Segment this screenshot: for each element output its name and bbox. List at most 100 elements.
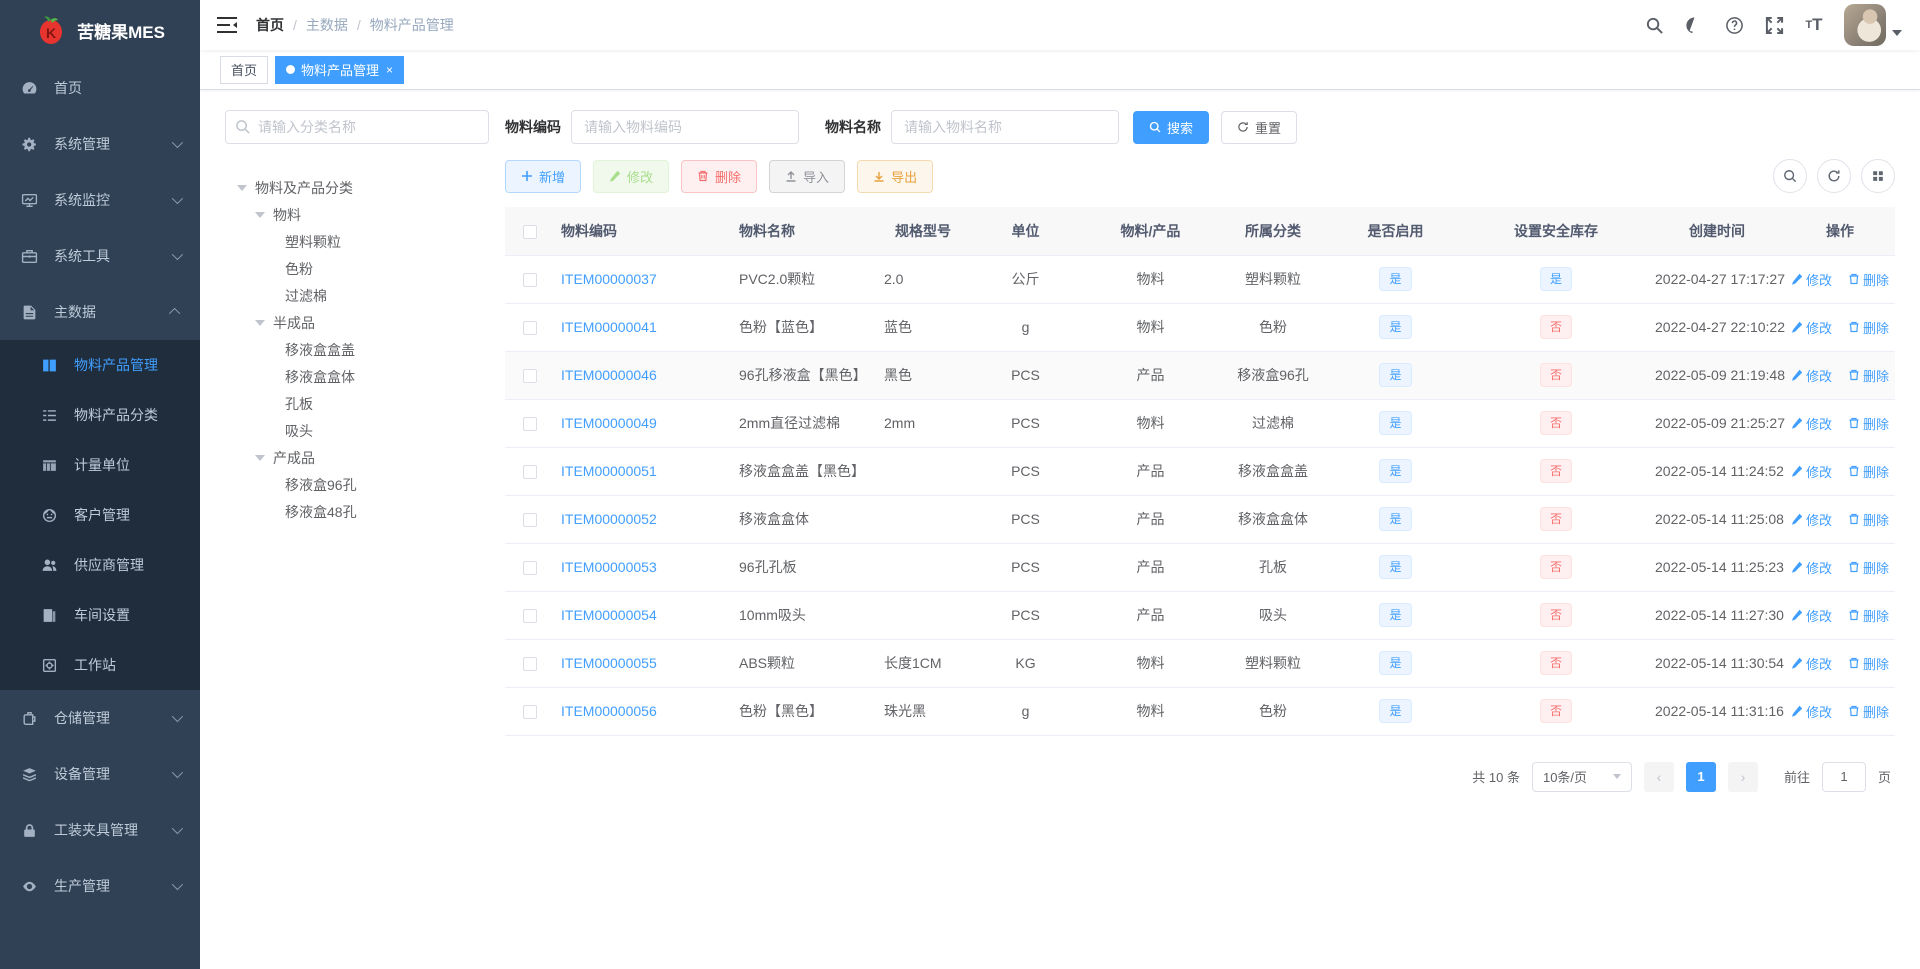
- tree-node-leaf[interactable]: 移液盒48孔: [225, 498, 489, 525]
- row-edit-link[interactable]: 修改: [1791, 702, 1832, 721]
- row-edit-link[interactable]: 修改: [1791, 366, 1832, 385]
- tree-node-leaf[interactable]: 过滤棉: [225, 282, 489, 309]
- sidebar-item-fixture-mgmt[interactable]: 工装夹具管理: [0, 802, 200, 858]
- edit-button[interactable]: 修改: [593, 159, 670, 193]
- close-icon[interactable]: ×: [386, 64, 393, 76]
- sidebar-item-production-mgmt[interactable]: 生产管理: [0, 858, 200, 914]
- row-edit-link[interactable]: 修改: [1791, 606, 1832, 625]
- tree-node-root[interactable]: 物料及产品分类: [225, 174, 489, 201]
- add-button[interactable]: 新增: [505, 159, 582, 193]
- material-code-link[interactable]: ITEM00000049: [561, 415, 657, 431]
- page-size-select[interactable]: 10条/页: [1531, 761, 1632, 792]
- prev-page-button[interactable]: ‹: [1643, 761, 1674, 792]
- sidebar-item-system-tools[interactable]: 系统工具: [0, 228, 200, 284]
- tree-node-leaf[interactable]: 吸头: [225, 417, 489, 444]
- github-icon[interactable]: [1684, 15, 1704, 35]
- font-size-icon[interactable]: TT: [1804, 15, 1824, 35]
- reset-button[interactable]: 重置: [1221, 110, 1298, 144]
- refresh-button[interactable]: [1817, 159, 1851, 193]
- material-code-link[interactable]: ITEM00000051: [561, 463, 657, 479]
- fullscreen-icon[interactable]: [1764, 15, 1784, 35]
- column-settings-button[interactable]: [1861, 159, 1895, 193]
- row-edit-link[interactable]: 修改: [1791, 654, 1832, 673]
- material-name-input[interactable]: [891, 110, 1119, 144]
- tab-material-product-mgmt[interactable]: 物料产品管理 ×: [275, 55, 405, 84]
- material-code-link[interactable]: ITEM00000052: [561, 511, 657, 527]
- row-checkbox[interactable]: [523, 513, 537, 528]
- tree-node-group[interactable]: 半成品: [225, 309, 489, 336]
- breadcrumb-master-data[interactable]: 主数据: [306, 15, 348, 35]
- export-button[interactable]: 导出: [857, 159, 934, 193]
- sidebar-item-master-data[interactable]: 主数据: [0, 284, 200, 340]
- row-edit-link[interactable]: 修改: [1791, 558, 1832, 577]
- row-delete-link[interactable]: 删除: [1848, 654, 1889, 673]
- tree-node-group[interactable]: 物料: [225, 201, 489, 228]
- tree-node-group[interactable]: 产成品: [225, 444, 489, 471]
- tab-home[interactable]: 首页: [220, 55, 269, 84]
- row-checkbox[interactable]: [523, 321, 537, 336]
- material-code-input[interactable]: [571, 110, 799, 144]
- row-checkbox[interactable]: [523, 465, 537, 480]
- tree-node-leaf[interactable]: 移液盒96孔: [225, 471, 489, 498]
- row-checkbox[interactable]: [523, 273, 537, 288]
- sidebar-item-material-product-mgmt[interactable]: 物料产品管理: [0, 340, 200, 390]
- sidebar-collapse-button[interactable]: [216, 16, 238, 34]
- search-button[interactable]: 搜索: [1133, 110, 1210, 144]
- material-code-link[interactable]: ITEM00000053: [561, 559, 657, 575]
- row-delete-link[interactable]: 删除: [1848, 270, 1889, 289]
- row-edit-link[interactable]: 修改: [1791, 462, 1832, 481]
- row-checkbox[interactable]: [523, 705, 537, 720]
- delete-button[interactable]: 删除: [681, 159, 758, 193]
- breadcrumb-home[interactable]: 首页: [256, 15, 284, 35]
- sidebar-item-home[interactable]: 首页: [0, 60, 200, 116]
- row-edit-link[interactable]: 修改: [1791, 318, 1832, 337]
- sidebar-item-workstation[interactable]: 工作站: [0, 640, 200, 690]
- sidebar-item-workshop-settings[interactable]: 车间设置: [0, 590, 200, 640]
- select-all-checkbox[interactable]: [523, 224, 537, 239]
- sidebar-item-measure-unit[interactable]: 计量单位: [0, 440, 200, 490]
- goto-page-input[interactable]: [1821, 761, 1866, 792]
- material-code-link[interactable]: ITEM00000037: [561, 271, 657, 287]
- tree-node-leaf[interactable]: 孔板: [225, 390, 489, 417]
- row-checkbox[interactable]: [523, 417, 537, 432]
- row-delete-link[interactable]: 删除: [1848, 366, 1889, 385]
- sidebar-item-customer-mgmt[interactable]: 客户管理: [0, 490, 200, 540]
- sidebar-item-material-product-category[interactable]: 物料产品分类: [0, 390, 200, 440]
- row-edit-link[interactable]: 修改: [1791, 510, 1832, 529]
- row-delete-link[interactable]: 删除: [1848, 606, 1889, 625]
- show-search-toggle-button[interactable]: [1773, 159, 1807, 193]
- row-delete-link[interactable]: 删除: [1848, 414, 1889, 433]
- row-checkbox[interactable]: [523, 657, 537, 672]
- next-page-button[interactable]: ›: [1727, 761, 1758, 792]
- row-checkbox[interactable]: [523, 609, 537, 624]
- tree-node-leaf[interactable]: 移液盒盒体: [225, 363, 489, 390]
- sidebar-item-system-admin[interactable]: 系统管理: [0, 116, 200, 172]
- search-icon[interactable]: [1644, 15, 1664, 35]
- material-code-link[interactable]: ITEM00000054: [561, 607, 657, 623]
- tree-node-leaf[interactable]: 移液盒盒盖: [225, 336, 489, 363]
- row-checkbox[interactable]: [523, 369, 537, 384]
- material-code-link[interactable]: ITEM00000056: [561, 703, 657, 719]
- row-edit-link[interactable]: 修改: [1791, 414, 1832, 433]
- category-search-input[interactable]: [225, 110, 489, 144]
- row-delete-link[interactable]: 删除: [1848, 510, 1889, 529]
- avatar[interactable]: [1844, 4, 1886, 46]
- row-delete-link[interactable]: 删除: [1848, 318, 1889, 337]
- tree-node-leaf[interactable]: 色粉: [225, 255, 489, 282]
- help-icon[interactable]: [1724, 15, 1744, 35]
- material-code-link[interactable]: ITEM00000055: [561, 655, 657, 671]
- row-delete-link[interactable]: 删除: [1848, 558, 1889, 577]
- row-edit-link[interactable]: 修改: [1791, 270, 1832, 289]
- material-code-link[interactable]: ITEM00000041: [561, 319, 657, 335]
- sidebar-item-supplier-mgmt[interactable]: 供应商管理: [0, 540, 200, 590]
- tree-node-leaf[interactable]: 塑料颗粒: [225, 228, 489, 255]
- current-page-button[interactable]: 1: [1685, 761, 1716, 792]
- material-code-link[interactable]: ITEM00000046: [561, 367, 657, 383]
- row-delete-link[interactable]: 删除: [1848, 702, 1889, 721]
- row-delete-link[interactable]: 删除: [1848, 462, 1889, 481]
- user-menu[interactable]: [1844, 4, 1902, 46]
- import-button[interactable]: 导入: [769, 159, 846, 193]
- sidebar-item-system-monitor[interactable]: 系统监控: [0, 172, 200, 228]
- row-checkbox[interactable]: [523, 561, 537, 576]
- sidebar-item-device-mgmt[interactable]: 设备管理: [0, 746, 200, 802]
